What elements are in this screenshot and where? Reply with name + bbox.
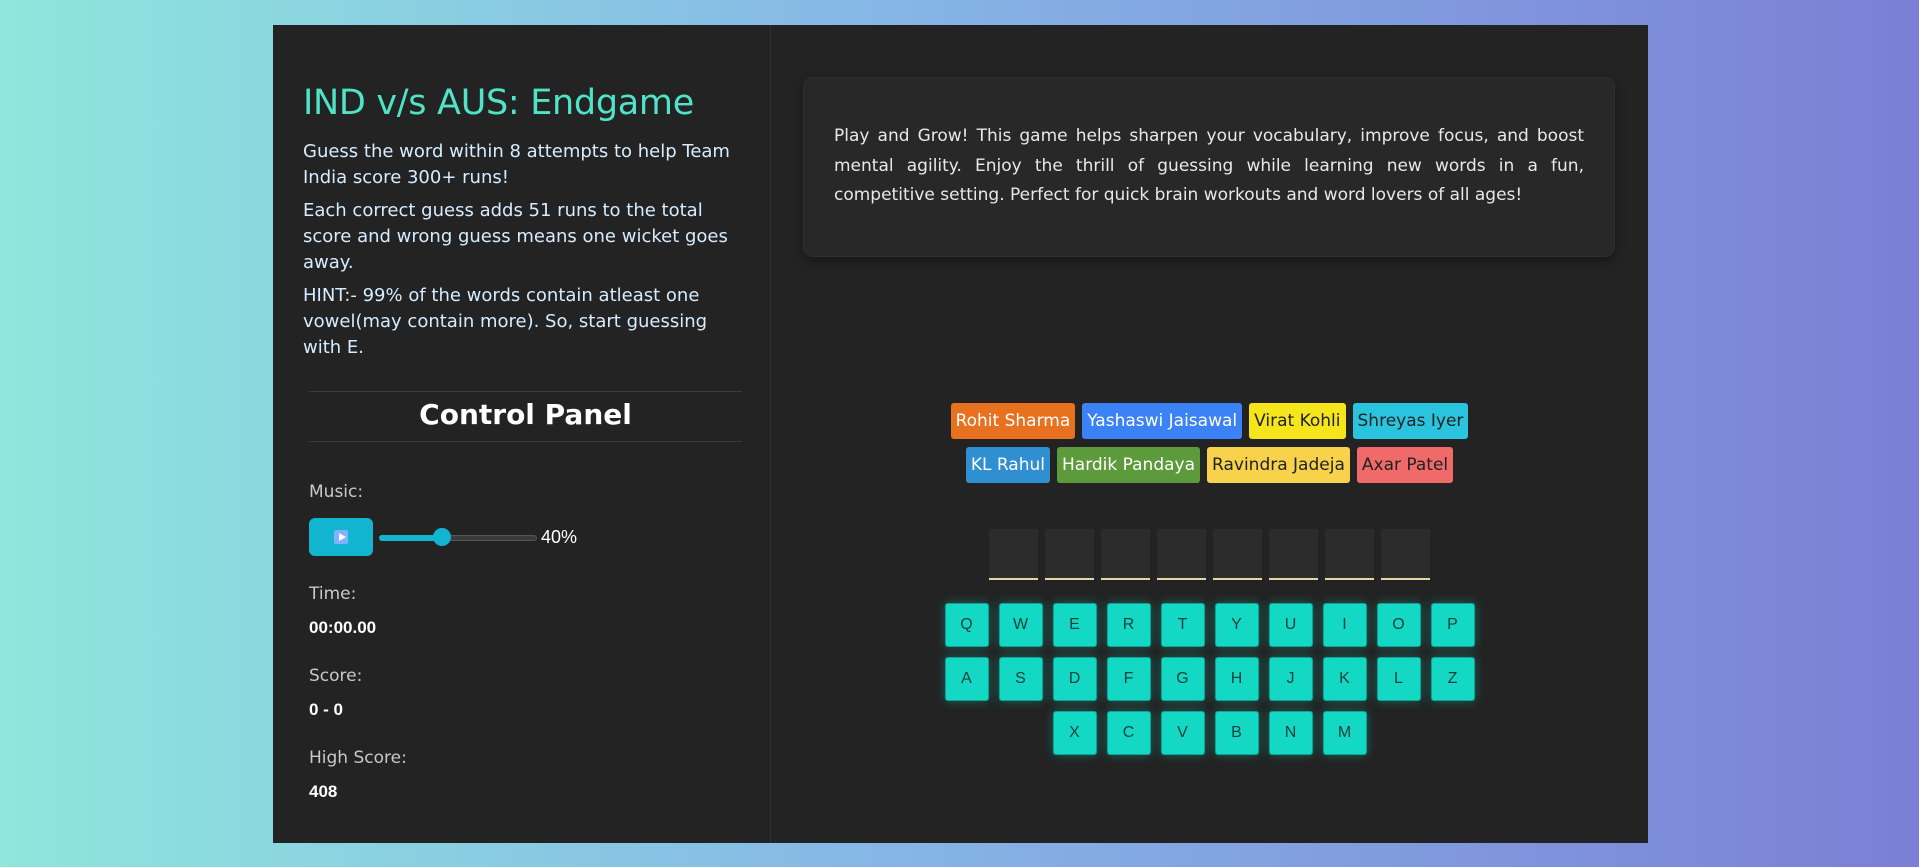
key-b[interactable]: B xyxy=(1214,711,1259,755)
hint-text: HINT:- 99% of the words contain atleast … xyxy=(303,285,708,358)
player-chip: Ravindra Jadeja xyxy=(1207,447,1350,483)
play-icon xyxy=(334,530,348,544)
key-h[interactable]: H xyxy=(1214,657,1259,701)
player-chip: Hardik Pandaya xyxy=(1057,447,1201,483)
letter-slot xyxy=(1325,529,1374,580)
about-card: Play and Grow! This game helps sharpen y… xyxy=(803,77,1615,257)
key-z[interactable]: Z xyxy=(1430,657,1475,701)
music-controls: 40% xyxy=(309,518,740,556)
key-l[interactable]: L xyxy=(1376,657,1421,701)
key-o[interactable]: O xyxy=(1376,603,1421,647)
key-w[interactable]: W xyxy=(998,603,1043,647)
divider xyxy=(309,391,742,392)
key-y[interactable]: Y xyxy=(1214,603,1259,647)
player-row: Rohit Sharma Yashaswi Jaisawal Virat Kohli… xyxy=(771,403,1648,439)
volume-thumb[interactable] xyxy=(433,528,452,546)
keyboard-row: ASDFGHJKLZ xyxy=(771,657,1648,701)
game-area: Play and Grow! This game helps sharpen y… xyxy=(771,25,1648,843)
control-panel-title: Control Panel xyxy=(309,398,742,442)
key-u[interactable]: U xyxy=(1268,603,1313,647)
player-chip: Yashaswi Jaisawal xyxy=(1082,403,1243,439)
key-k[interactable]: K xyxy=(1322,657,1367,701)
key-f[interactable]: F xyxy=(1106,657,1151,701)
player-chip: Virat Kohli xyxy=(1249,403,1346,439)
rules-text: Each correct guess adds 51 runs to the t… xyxy=(303,200,728,273)
key-r[interactable]: R xyxy=(1106,603,1151,647)
key-x[interactable]: X xyxy=(1052,711,1097,755)
key-m[interactable]: M xyxy=(1322,711,1367,755)
key-g[interactable]: G xyxy=(1160,657,1205,701)
volume-slider[interactable] xyxy=(379,528,537,546)
time-value: 00:00.00 xyxy=(309,618,377,637)
key-v[interactable]: V xyxy=(1160,711,1205,755)
letter-slot xyxy=(1045,529,1094,580)
letter-slot xyxy=(1213,529,1262,580)
letter-slot xyxy=(1269,529,1318,580)
letter-slot xyxy=(1101,529,1150,580)
player-chip: Shreyas Iyer xyxy=(1352,403,1469,439)
letter-slot xyxy=(1381,529,1430,580)
score-value: 0 - 0 xyxy=(309,700,344,719)
key-q[interactable]: Q xyxy=(944,603,989,647)
key-n[interactable]: N xyxy=(1268,711,1313,755)
key-t[interactable]: T xyxy=(1160,603,1205,647)
time-label: Time: xyxy=(309,584,357,604)
key-d[interactable]: D xyxy=(1052,657,1097,701)
player-row: KL Rahul Hardik Pandaya Ravindra Jadeja Axa… xyxy=(771,447,1648,483)
about-text: Play and Grow! This game helps sharpen y… xyxy=(834,126,1584,205)
intro-text: Guess the word within 8 attempts to help… xyxy=(303,141,730,188)
word-slots xyxy=(771,529,1648,580)
on-screen-keyboard: QWERTYUIOP ASDFGHJKLZ XCVBNM xyxy=(771,603,1648,765)
left-panel: IND v/s AUS: Endgame Guess the word with… xyxy=(273,25,771,843)
high-score-value: 408 xyxy=(309,782,338,801)
player-chip: Rohit Sharma xyxy=(950,403,1076,439)
music-label: Music: xyxy=(309,482,364,502)
page-title: IND v/s AUS: Endgame xyxy=(303,83,694,123)
key-i[interactable]: I xyxy=(1322,603,1367,647)
key-c[interactable]: C xyxy=(1106,711,1151,755)
player-list: Rohit Sharma Yashaswi Jaisawal Virat Kohli… xyxy=(771,403,1648,491)
key-j[interactable]: J xyxy=(1268,657,1313,701)
play-music-button[interactable] xyxy=(309,518,373,556)
letter-slot xyxy=(989,529,1038,580)
volume-value: 40% xyxy=(541,526,578,547)
key-e[interactable]: E xyxy=(1052,603,1097,647)
key-p[interactable]: P xyxy=(1430,603,1475,647)
player-chip: KL Rahul xyxy=(965,447,1050,483)
keyboard-row: QWERTYUIOP xyxy=(771,603,1648,647)
player-chip: Axar Patel xyxy=(1356,447,1454,483)
letter-slot xyxy=(1157,529,1206,580)
high-score-label: High Score: xyxy=(309,748,407,768)
keyboard-row: XCVBNM xyxy=(771,711,1648,755)
game-app: IND v/s AUS: Endgame Guess the word with… xyxy=(273,25,1648,843)
score-label: Score: xyxy=(309,666,363,686)
key-s[interactable]: S xyxy=(998,657,1043,701)
key-a[interactable]: A xyxy=(944,657,989,701)
